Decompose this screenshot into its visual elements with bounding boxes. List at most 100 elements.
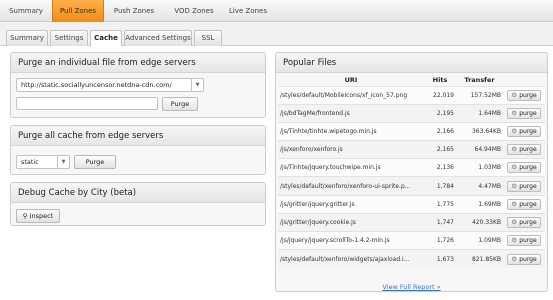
purge-file-zone-select[interactable]: http://static.sociallyuncensor.netdna-cd… bbox=[16, 78, 204, 92]
file-uri: /js/jquery/jquery.scrollTo-1.4.2-min.js bbox=[278, 230, 424, 250]
file-uri: /js/gritter/jquery.gritter.js bbox=[278, 194, 424, 214]
table-row: /js/xenforo/xenforo.js 2,165 64.94MB ⚙ purg… bbox=[278, 140, 545, 159]
purge-file-row-button[interactable]: ⚙ purge bbox=[507, 216, 541, 228]
top-tab-vod-zones[interactable]: VOD Zones bbox=[164, 0, 224, 22]
column-header-action bbox=[503, 75, 545, 86]
purge-file-zone-value: http://static.sociallyuncensor.netdna-cd… bbox=[21, 81, 172, 89]
file-hits: 1,726 bbox=[424, 230, 456, 250]
sub-tab-summary[interactable]: Summary bbox=[6, 30, 48, 46]
purge-row-label: purge bbox=[519, 146, 537, 154]
popular-files-rows: /styles/default/MobileIcons/xf_icon_57.p… bbox=[278, 85, 545, 268]
view-full-report-link[interactable]: View Full Report » bbox=[276, 283, 547, 291]
top-navigation: Summary Pull Zones Push Zones VOD Zones … bbox=[0, 0, 553, 22]
purge-file-row-button[interactable]: ⚙ purge bbox=[507, 180, 541, 192]
top-tab-summary[interactable]: Summary bbox=[0, 0, 52, 22]
purge-row-label: purge bbox=[519, 91, 537, 99]
file-action-cell: ⚙ purge bbox=[503, 176, 545, 196]
file-hits: 2,165 bbox=[424, 140, 456, 159]
purge-row-label: purge bbox=[519, 237, 537, 245]
file-action-cell: ⚙ purge bbox=[503, 103, 545, 123]
table-header-row: URI Hits Transfer bbox=[278, 75, 545, 86]
chevron-down-icon: ▼ bbox=[57, 156, 69, 168]
purge-file-row-button[interactable]: ⚙ purge bbox=[507, 198, 541, 210]
sub-tab-cache[interactable]: Cache bbox=[90, 30, 122, 47]
debug-cache-panel: Debug Cache by City (beta) ⚲ Inspect bbox=[10, 182, 266, 226]
column-header-uri: URI bbox=[344, 76, 358, 85]
file-action-cell: ⚙ purge bbox=[503, 121, 545, 141]
file-hits: 1,784 bbox=[424, 176, 456, 196]
file-transfer: 420.33KB bbox=[456, 212, 503, 232]
table-row: /js/gritter/jquery.gritter.js 1,775 1.69MB… bbox=[278, 194, 545, 214]
popular-files-table: URI Hits Transfer /styles/default/Mobile… bbox=[278, 75, 545, 268]
purge-all-title: Purge all cache from edge servers bbox=[11, 126, 265, 146]
file-uri: /js/bdTagMe/frontend.js bbox=[278, 103, 424, 123]
table-row: /js/bdTagMe/frontend.js 2,195 1.64MB ⚙ purg… bbox=[278, 103, 545, 123]
purge-row-label: purge bbox=[519, 200, 537, 208]
file-transfer: 4.47MB bbox=[456, 176, 503, 196]
file-action-cell: ⚙ purge bbox=[503, 194, 545, 214]
file-transfer: 1.09MB bbox=[456, 230, 503, 250]
top-tab-live-zones[interactable]: Live Zones bbox=[224, 0, 272, 22]
purge-file-row-button[interactable]: ⚙ purge bbox=[507, 107, 541, 119]
purge-file-row-button[interactable]: ⚙ purge bbox=[507, 235, 541, 247]
table-row: /styles/default/xenforo/xenforo-ui-sprit… bbox=[278, 176, 545, 196]
purge-all-button[interactable]: Purge bbox=[74, 155, 116, 169]
file-uri: /js/Tinhte/jquery.touchwipe.min.js bbox=[278, 158, 424, 177]
file-hits: 1,747 bbox=[424, 212, 456, 232]
table-row: /styles/default/MobileIcons/xf_icon_57.p… bbox=[278, 85, 545, 105]
sub-tab-bar: Summary Settings Cache Advanced Settings… bbox=[0, 22, 553, 47]
file-uri: /styles/default/xenforo/xenforo-ui-sprit… bbox=[278, 176, 424, 196]
file-transfer: 157.52MB bbox=[456, 85, 503, 105]
purge-file-row-button[interactable]: ⚙ purge bbox=[507, 125, 541, 137]
purge-row-label: purge bbox=[519, 218, 537, 226]
purge-row-label: purge bbox=[519, 182, 537, 190]
table-row: /js/Tinhte/jquery.touchwipe.min.js 2,136 1… bbox=[278, 158, 545, 177]
file-action-cell: ⚙ purge bbox=[503, 140, 545, 159]
purge-row-label: purge bbox=[519, 164, 537, 172]
chevron-down-icon: ▼ bbox=[191, 79, 203, 91]
table-row: /js/Tinhte/tinhte.wipetogo.min.js 2,166 36… bbox=[278, 121, 545, 141]
debug-cache-title: Debug Cache by City (beta) bbox=[11, 183, 265, 203]
purge-file-panel: Purge an individual file from edge serve… bbox=[10, 52, 266, 118]
file-transfer: 64.94MB bbox=[456, 140, 503, 159]
file-action-cell: ⚙ purge bbox=[503, 85, 545, 105]
inspect-button[interactable]: ⚲ Inspect bbox=[16, 209, 60, 223]
sub-tab-settings[interactable]: Settings bbox=[50, 30, 88, 46]
file-transfer: 821.85KB bbox=[456, 249, 503, 268]
popular-files-title: Popular Files bbox=[276, 53, 547, 73]
purge-file-row-button[interactable]: ⚙ purge bbox=[507, 162, 541, 174]
cache-content: Purge an individual file from edge serve… bbox=[0, 46, 553, 300]
file-uri: /js/gritter/jquery.cookie.js bbox=[278, 212, 424, 232]
top-tab-push-zones[interactable]: Push Zones bbox=[104, 0, 164, 22]
file-uri: /js/xenforo/xenforo.js bbox=[278, 140, 424, 159]
purge-file-path-input[interactable] bbox=[16, 97, 158, 110]
file-action-cell: ⚙ purge bbox=[503, 249, 545, 268]
purge-row-label: purge bbox=[519, 127, 537, 135]
sub-tab-ssl[interactable]: SSL bbox=[194, 30, 222, 46]
file-transfer: 1.64MB bbox=[456, 103, 503, 123]
purge-row-label: purge bbox=[519, 255, 537, 263]
file-hits: 2,136 bbox=[424, 158, 456, 177]
purge-all-panel: Purge all cache from edge servers static… bbox=[10, 125, 266, 175]
purge-all-zone-value: static bbox=[21, 158, 39, 166]
file-uri: /js/Tinhte/tinhte.wipetogo.min.js bbox=[278, 121, 424, 141]
purge-file-button[interactable]: Purge bbox=[162, 97, 198, 111]
file-transfer: 1.69MB bbox=[456, 194, 503, 214]
table-row: /js/jquery/jquery.scrollTo-1.4.2-min.js 1… bbox=[278, 230, 545, 250]
popular-files-panel: Popular Files URI Hits Transfer /styles/… bbox=[275, 52, 548, 292]
file-action-cell: ⚙ purge bbox=[503, 230, 545, 250]
top-tab-pull-zones[interactable]: Pull Zones bbox=[52, 0, 104, 22]
file-action-cell: ⚙ purge bbox=[503, 212, 545, 232]
sub-tab-advanced-settings[interactable]: Advanced Settings bbox=[124, 30, 192, 46]
search-icon: ⚲ bbox=[22, 212, 28, 220]
file-hits: 2,166 bbox=[424, 121, 456, 141]
file-hits: 22,019 bbox=[424, 85, 456, 105]
purge-file-row-button[interactable]: ⚙ purge bbox=[507, 89, 541, 101]
purge-file-row-button[interactable]: ⚙ purge bbox=[507, 253, 541, 265]
purge-all-zone-select[interactable]: static ▼ bbox=[16, 155, 70, 169]
file-action-cell: ⚙ purge bbox=[503, 158, 545, 177]
purge-file-row-button[interactable]: ⚙ purge bbox=[507, 144, 541, 156]
file-uri: /styles/default/xenforo/widgets/ajaxload… bbox=[278, 249, 424, 268]
file-uri: /styles/default/MobileIcons/xf_icon_57.p… bbox=[278, 85, 424, 105]
inspect-button-label: Inspect bbox=[29, 212, 54, 220]
